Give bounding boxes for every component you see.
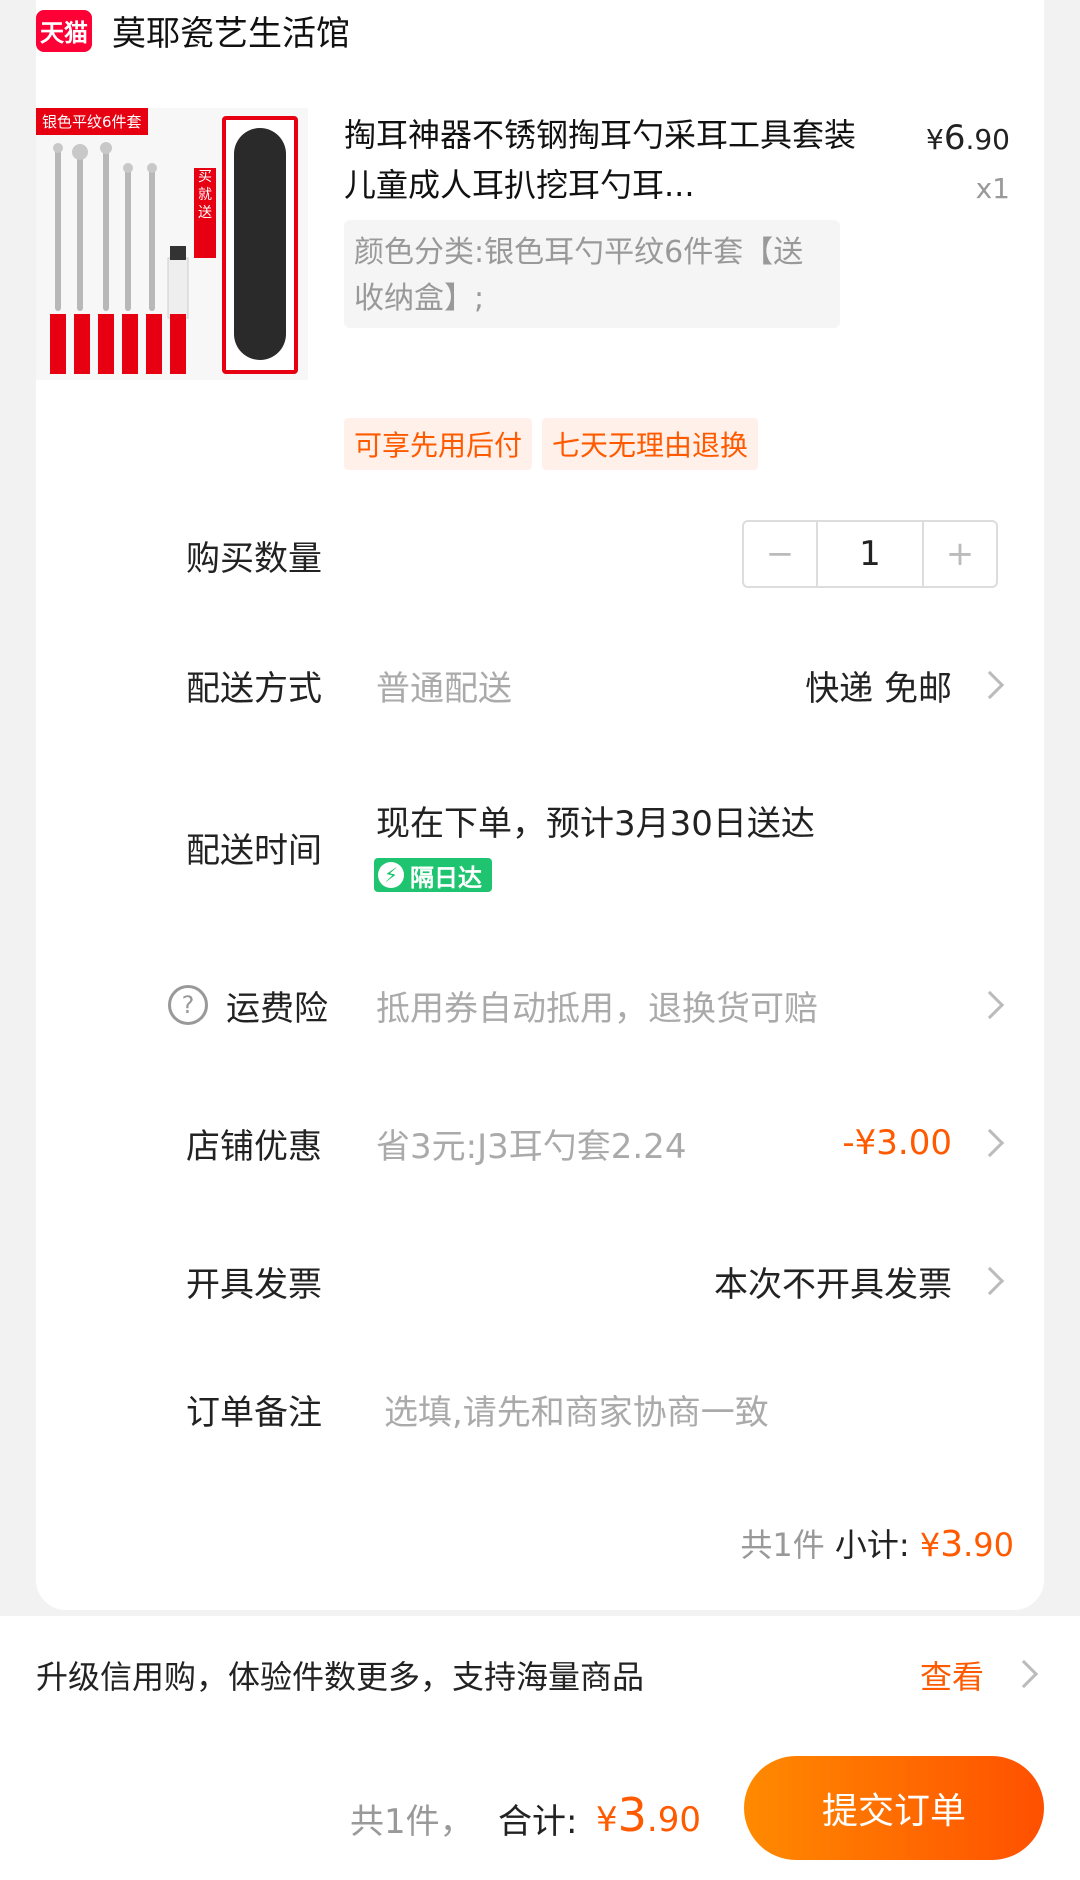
price-dec: .90 — [965, 123, 1010, 156]
shipping-insurance-hint: 抵用券自动抵用，退换货可赔 — [376, 988, 818, 1029]
sku-info: 颜色分类:银色耳勺平纹6件套【送收纳盒】; — [344, 220, 840, 328]
order-note-label: 订单备注 — [186, 1392, 322, 1433]
submit-order-button[interactable]: 提交订单 — [744, 1756, 1044, 1860]
tmall-logo: 天猫 — [36, 9, 92, 52]
subtotal-count: 共1件 — [740, 1526, 825, 1564]
invoice-row[interactable]: 开具发票 本次不开具发票 — [0, 1246, 1080, 1316]
chevron-right-icon — [975, 990, 1005, 1020]
quantity-stepper[interactable]: − 1 + — [742, 520, 998, 588]
credit-view-link[interactable]: 查看 — [920, 1652, 984, 1698]
credit-upgrade-text: 升级信用购，体验件数更多，支持海量商品 — [36, 1658, 645, 1696]
shop-name[interactable]: 莫耶瓷艺生活馆 — [112, 6, 350, 55]
delivery-method-row[interactable]: 配送方式 普通配送 快递 免邮 — [0, 650, 1080, 720]
shop-discount-row[interactable]: 店铺优惠 省3元:J3耳勺套2.24 -¥3.00 — [0, 1108, 1080, 1178]
shop-discount-hint: 省3元:J3耳勺套2.24 — [376, 1126, 687, 1167]
gift-tag: 买就送 — [194, 168, 216, 258]
product-thumbnail[interactable]: 银色平纹6件套 买就送 — [36, 108, 308, 380]
shipping-insurance-row[interactable]: ? 运费险 抵用券自动抵用，退换货可赔 — [0, 970, 1080, 1040]
delivery-method-hint: 普通配送 — [376, 668, 512, 709]
product-price: ¥6.90 — [926, 118, 1010, 158]
total-count: 共1件， — [350, 1802, 474, 1842]
help-icon[interactable]: ? — [168, 985, 208, 1025]
minus-button[interactable]: − — [744, 522, 816, 586]
plus-button[interactable]: + — [924, 522, 996, 586]
product-title[interactable]: 掏耳神器不锈钢掏耳勺采耳工具套装儿童成人耳扒挖耳勺耳... — [344, 110, 864, 210]
storage-case — [234, 128, 286, 360]
total-dec: .90 — [646, 1800, 701, 1840]
subtotal-int: 3 — [940, 1524, 964, 1565]
chevron-right-icon — [975, 1128, 1005, 1158]
subtotal-label: 小计: — [834, 1526, 910, 1564]
subtotal-symbol: ¥ — [919, 1526, 941, 1564]
storage-case-image — [222, 116, 298, 374]
subtotal: 共1件 小计: ¥3.90 — [740, 1520, 1014, 1566]
quantity-label: 购买数量 — [186, 538, 322, 579]
quantity-value[interactable]: 1 — [816, 522, 924, 586]
order-note-row[interactable]: 订单备注 选填,请先和商家协商一致 — [0, 1374, 1080, 1444]
price-symbol: ¥ — [926, 123, 944, 156]
delivery-method-value: 快递 免邮 — [805, 668, 952, 709]
shipping-insurance-label: 运费险 — [226, 988, 328, 1029]
total-int: 3 — [617, 1788, 647, 1842]
total-label: 合计: — [498, 1802, 578, 1842]
chevron-right-icon — [975, 1266, 1005, 1296]
delivery-time-label: 配送时间 — [186, 830, 322, 871]
service-tags: 可享先用后付 七天无理由退换 — [344, 418, 759, 470]
subtotal-amount: ¥3.90 — [919, 1524, 1014, 1565]
checkout-bar: 共1件， 合计: ¥3.90 提交订单 — [0, 1736, 1080, 1880]
invoice-label: 开具发票 — [186, 1264, 322, 1305]
delivery-time-text: 现在下单，预计3月30日送达 — [376, 804, 815, 844]
invoice-value: 本次不开具发票 — [714, 1264, 952, 1305]
next-day-badge: ⚡ 隔日达 — [374, 858, 492, 892]
chevron-right-icon — [975, 670, 1005, 700]
credit-upgrade-bar[interactable]: 升级信用购，体验件数更多，支持海量商品 查看 — [0, 1616, 1080, 1736]
chevron-right-icon — [1009, 1659, 1039, 1689]
shop-header[interactable]: 天猫 莫耶瓷艺生活馆 — [36, 6, 350, 55]
next-day-label: 隔日达 — [410, 863, 482, 892]
subtotal-dec: .90 — [963, 1526, 1014, 1564]
shop-discount-label: 店铺优惠 — [186, 1126, 322, 1167]
lightning-icon: ⚡ — [378, 862, 404, 888]
tag-pay-later: 可享先用后付 — [344, 418, 533, 470]
shop-discount-value: -¥3.00 — [842, 1123, 952, 1163]
order-note-input[interactable]: 选填,请先和商家协商一致 — [384, 1385, 769, 1434]
price-int: 6 — [943, 118, 966, 158]
tag-7day-return: 七天无理由退换 — [542, 418, 759, 470]
product-quantity: x1 — [975, 172, 1010, 205]
total-symbol: ¥ — [596, 1800, 618, 1840]
delivery-method-label: 配送方式 — [186, 668, 322, 709]
total-amount: ¥3.90 — [596, 1788, 701, 1842]
